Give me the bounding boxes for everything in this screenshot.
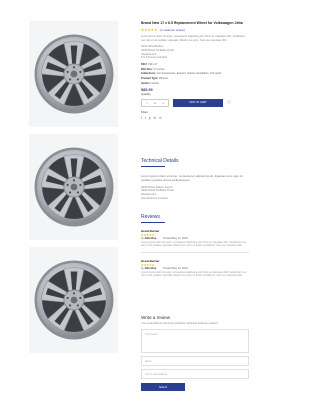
product-title: Brand New 17 x 6.5 Replacement Wheel for… xyxy=(141,21,243,25)
technical-heading: Technical Details xyxy=(141,158,179,164)
quantity-value[interactable]: 1 xyxy=(154,101,156,105)
technical-list: OEM Wheel Pattern Impact OEM Wheel Tin/M… xyxy=(141,186,249,201)
email-icon[interactable]: ✉ xyxy=(159,116,162,120)
feature-item: Tire Pressure Included xyxy=(141,56,167,60)
facebook-icon[interactable]: f xyxy=(141,116,142,120)
meta-key: Product Type: xyxy=(141,77,159,81)
pinterest-icon[interactable]: p xyxy=(149,116,151,120)
heading-divider xyxy=(141,166,165,167)
rating-stars: ★★★★★ xyxy=(141,28,158,32)
share-icons: f t p in ✉ xyxy=(141,116,249,120)
meta-key: Vendor: xyxy=(141,81,151,85)
rating-row: ★★★★★ (1 customer review) xyxy=(141,28,249,33)
review-author-name: John Doe xyxy=(144,236,157,240)
product-description: Lorem ipsum dolor sit amet, consectetur … xyxy=(141,35,246,42)
quantity-label: Quantity xyxy=(141,92,151,96)
meta-key: Collections: xyxy=(141,72,156,76)
quantity-stepper[interactable]: − 1 + xyxy=(141,98,169,107)
review-author: by John Doe xyxy=(141,237,156,241)
required-fields-note: Your email address will not be published… xyxy=(141,322,219,325)
review-item: Great Burner ★★★★★ by John Doe Posted Ma… xyxy=(141,229,249,253)
write-review-section: Write a review Your email address will n… xyxy=(141,315,249,391)
quantity-decrement-button[interactable]: − xyxy=(146,101,148,105)
technical-paragraph: Lorem ipsum dolor sit amet, consectetur … xyxy=(141,173,243,182)
feature-list: Stock WheelPattern OEM Wheel Tin/Matte F… xyxy=(141,45,249,60)
meta-value: Wheels xyxy=(158,77,168,81)
quantity-increment-button[interactable]: + xyxy=(162,101,164,105)
review-text: Lorem ipsum dolor sit amet, consectetur … xyxy=(141,270,247,278)
review-date: Posted May 13, 2022 xyxy=(163,236,188,240)
review-author-name: John Doe xyxy=(144,266,157,270)
buy-row: − 1 + ADD TO CART ♡ xyxy=(141,98,249,107)
product-info: Brand New 17 x 6.5 Replacement Wheel for… xyxy=(141,21,249,120)
wheel-image xyxy=(34,260,113,340)
twitter-icon[interactable]: t xyxy=(145,116,146,120)
add-to-cart-button[interactable]: ADD TO CART xyxy=(173,98,223,107)
meta-value: Vehico xyxy=(151,81,160,85)
wheel-image xyxy=(34,147,113,227)
meta-value: VWJ-17 xyxy=(148,63,158,66)
email-field[interactable]: Your e-mail address xyxy=(141,369,249,379)
write-review-heading: Write a review xyxy=(141,315,171,320)
product-meta: SKU: VWJ-17 Rim Size: 17 inches Collecti… xyxy=(141,63,249,87)
product-image-2[interactable] xyxy=(29,134,118,240)
meta-key: Rim Size: xyxy=(141,67,153,71)
review-count-link[interactable]: (1 customer review) xyxy=(160,28,185,33)
meta-key: SKU: xyxy=(141,63,148,66)
share-section: Share f t p in ✉ xyxy=(141,111,249,120)
review-item: Great Burner ★★★★★ by John Doe Posted Ma… xyxy=(141,259,249,278)
reviews-section: Reviews Great Burner ★★★★★ by John Doe P… xyxy=(141,214,249,278)
linkedin-icon[interactable]: in xyxy=(154,116,156,120)
product-image-1[interactable] xyxy=(29,21,118,127)
review-divider xyxy=(141,252,249,253)
meta-vendor: Vendor: Vehico xyxy=(141,82,249,87)
technical-list-item: Specifications Included xyxy=(141,196,168,200)
submit-review-button[interactable]: Submit xyxy=(141,383,185,391)
reviews-heading: Reviews xyxy=(141,214,160,220)
heading-divider xyxy=(141,222,165,223)
review-text: Lorem ipsum dolor sit amet, consectetur … xyxy=(141,240,247,247)
review-textarea[interactable]: Your review xyxy=(141,329,249,353)
technical-details: Technical Details Lorem ipsum dolor sit … xyxy=(141,158,249,201)
meta-value[interactable]: Car Accessories, Exterior, Interior, Hea… xyxy=(157,72,222,75)
wishlist-heart-icon[interactable]: ♡ xyxy=(227,99,231,107)
wheel-image xyxy=(34,34,113,114)
meta-value: 17 inches xyxy=(153,67,165,71)
share-label: Share xyxy=(141,110,148,114)
product-gallery xyxy=(29,21,118,360)
name-field[interactable]: Name xyxy=(141,356,249,366)
product-image-3[interactable] xyxy=(29,247,118,353)
